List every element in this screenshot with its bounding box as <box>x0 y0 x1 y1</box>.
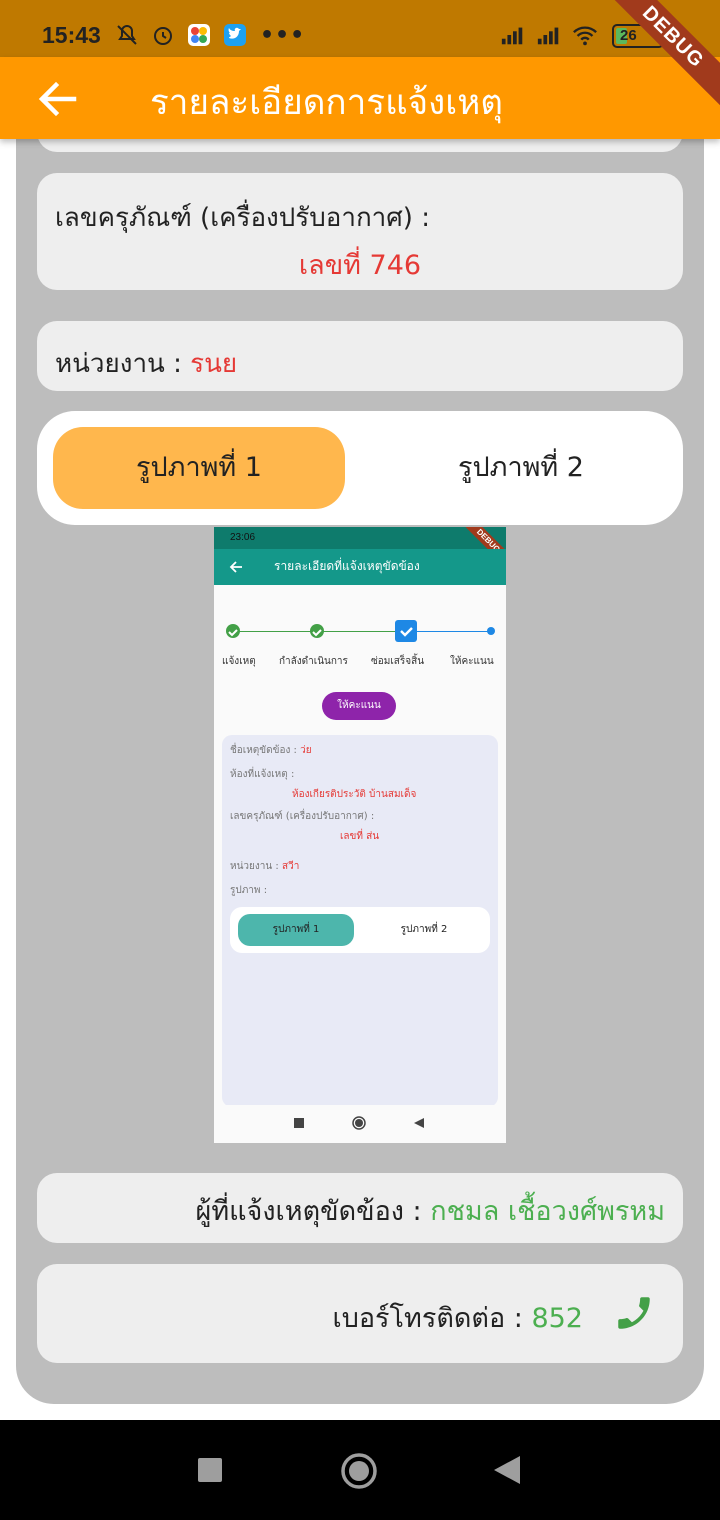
mute-icon <box>114 22 140 48</box>
tab-image-1[interactable]: รูปภาพที่ 1 <box>53 427 345 509</box>
image-tab-toggle: รูปภาพที่ 1 รูปภาพที่ 2 <box>230 907 490 953</box>
stepper-line <box>406 631 490 632</box>
stepper-line <box>234 631 316 632</box>
more-notifications: ••• <box>260 22 306 48</box>
check-icon <box>310 624 324 638</box>
image-issue-value: ว่ย <box>300 745 312 756</box>
phone-card: เบอร์โทรติดต่อ : 852 <box>37 1264 683 1363</box>
image-detail-panel: ชื่อเหตุขัดข้อง : ว่ย ห้องที่แจ้งเหตุ : … <box>222 735 498 1107</box>
system-nav-bar <box>0 1420 720 1520</box>
status-icons-right <box>500 22 598 48</box>
call-button[interactable] <box>613 1292 655 1334</box>
image-issue-label: ชื่อเหตุขัดข้อง : <box>230 745 297 756</box>
step-label: ซ่อมเสร็จสิ้น <box>371 656 425 667</box>
app-bar: รายละเอียดการแจ้งเหตุ <box>0 57 720 139</box>
step-label: แจ้งเหตุ <box>222 656 256 667</box>
home-button[interactable] <box>340 1452 378 1490</box>
recents-icon <box>294 1118 304 1128</box>
image-status-bar: 23:06 <box>214 527 506 549</box>
check-icon <box>226 624 240 638</box>
phone-icon <box>618 1297 650 1329</box>
wifi-icon <box>572 22 598 48</box>
report-detail-panel: เลขครุภัณฑ์ (เครื่องปรับอากาศ) : เลขที่ … <box>16 120 704 1404</box>
page-title: รายละเอียดการแจ้งเหตุ <box>150 83 503 123</box>
reporter-label: ผู้ที่แจ้งเหตุขัดข้อง : <box>195 1196 422 1227</box>
image-rate-button: ให้คะแนน <box>322 692 396 720</box>
recents-button[interactable] <box>198 1458 222 1482</box>
equipment-value: เลขที่ 746 <box>298 250 422 281</box>
image-dept-label: หน่วยงาน : <box>230 861 279 872</box>
twitter-icon <box>222 22 248 48</box>
stepper-line <box>318 631 404 632</box>
home-icon <box>352 1116 366 1130</box>
image-tab-2: รูปภาพที่ 2 <box>400 924 448 935</box>
photos-icon <box>186 22 212 48</box>
battery-percent: 26 <box>620 27 637 44</box>
image-picture-label: รูปภาพ : <box>230 885 268 896</box>
department-row: หน่วยงาน : รนย <box>55 343 237 384</box>
clipboard-check-icon <box>395 620 417 642</box>
signal-icon <box>536 22 562 48</box>
image-title: รายละเอียดที่แจ้งเหตุขัดข้อง <box>274 559 420 573</box>
phone-label: เบอร์โทรติดต่อ : <box>332 1303 523 1334</box>
image-app-bar: รายละเอียดที่แจ้งเหตุขัดข้อง <box>214 549 506 585</box>
report-image: 23:06 DEBUG รายละเอียดที่แจ้งเหตุขัดข้อง… <box>214 527 506 1143</box>
image-dept-value: สวีา <box>281 861 300 872</box>
tab-image-2[interactable]: รูปภาพที่ 2 <box>375 427 667 509</box>
arrow-left-icon <box>38 81 77 117</box>
reporter-row: ผู้ที่แจ้งเหตุขัดข้อง : กชมล เชื้อวงศ์พร… <box>196 1189 665 1232</box>
alarm-icon <box>150 22 176 48</box>
status-time: 15:43 <box>42 22 101 48</box>
phone-row: เบอร์โทรติดต่อ : 852 <box>332 1296 583 1339</box>
step-label: กำลังดำเนินการ <box>279 656 348 667</box>
image-nav-bar <box>214 1105 506 1143</box>
step-dot <box>487 627 495 635</box>
image-equip-value: เลขที่ ส่น <box>340 831 380 842</box>
phone-value[interactable]: 852 <box>531 1303 583 1334</box>
back-triangle-icon <box>414 1118 424 1128</box>
image-equip-label: เลขครุภัณฑ์ (เครื่องปรับอากาศ) : <box>230 811 375 822</box>
department-value: รนย <box>190 349 238 379</box>
back-button[interactable] <box>34 75 82 123</box>
step-label: ให้คะแนน <box>450 656 494 667</box>
image-room-label: ห้องที่แจ้งเหตุ : <box>230 769 295 780</box>
equipment-card: เลขครุภัณฑ์ (เครื่องปรับอากาศ) : เลขที่ … <box>37 173 683 290</box>
arrow-left-icon <box>229 561 242 573</box>
status-bar: 15:43 ••• 26 <box>0 0 720 57</box>
image-tab-toggle: รูปภาพที่ 1 รูปภาพที่ 2 <box>37 411 683 525</box>
equipment-label: เลขครุภัณฑ์ (เครื่องปรับอากาศ) : <box>55 203 430 233</box>
image-time: 23:06 <box>230 532 256 543</box>
back-nav-button[interactable] <box>494 1456 520 1484</box>
image-tab-1: รูปภาพที่ 1 <box>238 914 354 946</box>
status-icons-left: ••• <box>114 22 305 48</box>
signal-icon <box>500 22 526 48</box>
reporter-value: กชมล เชื้อวงศ์พรหม <box>430 1196 665 1227</box>
department-label: หน่วยงาน : <box>55 349 182 379</box>
image-room-value: ห้องเกียรติประวัติ บ้านสมเด็จ <box>292 789 417 800</box>
image-dept-row: หน่วยงาน : สวีา <box>230 859 299 874</box>
reporter-card: ผู้ที่แจ้งเหตุขัดข้อง : กชมล เชื้อวงศ์พร… <box>37 1173 683 1243</box>
department-card: หน่วยงาน : รนย <box>37 321 683 391</box>
image-issue-row: ชื่อเหตุขัดข้อง : ว่ย <box>230 743 312 758</box>
